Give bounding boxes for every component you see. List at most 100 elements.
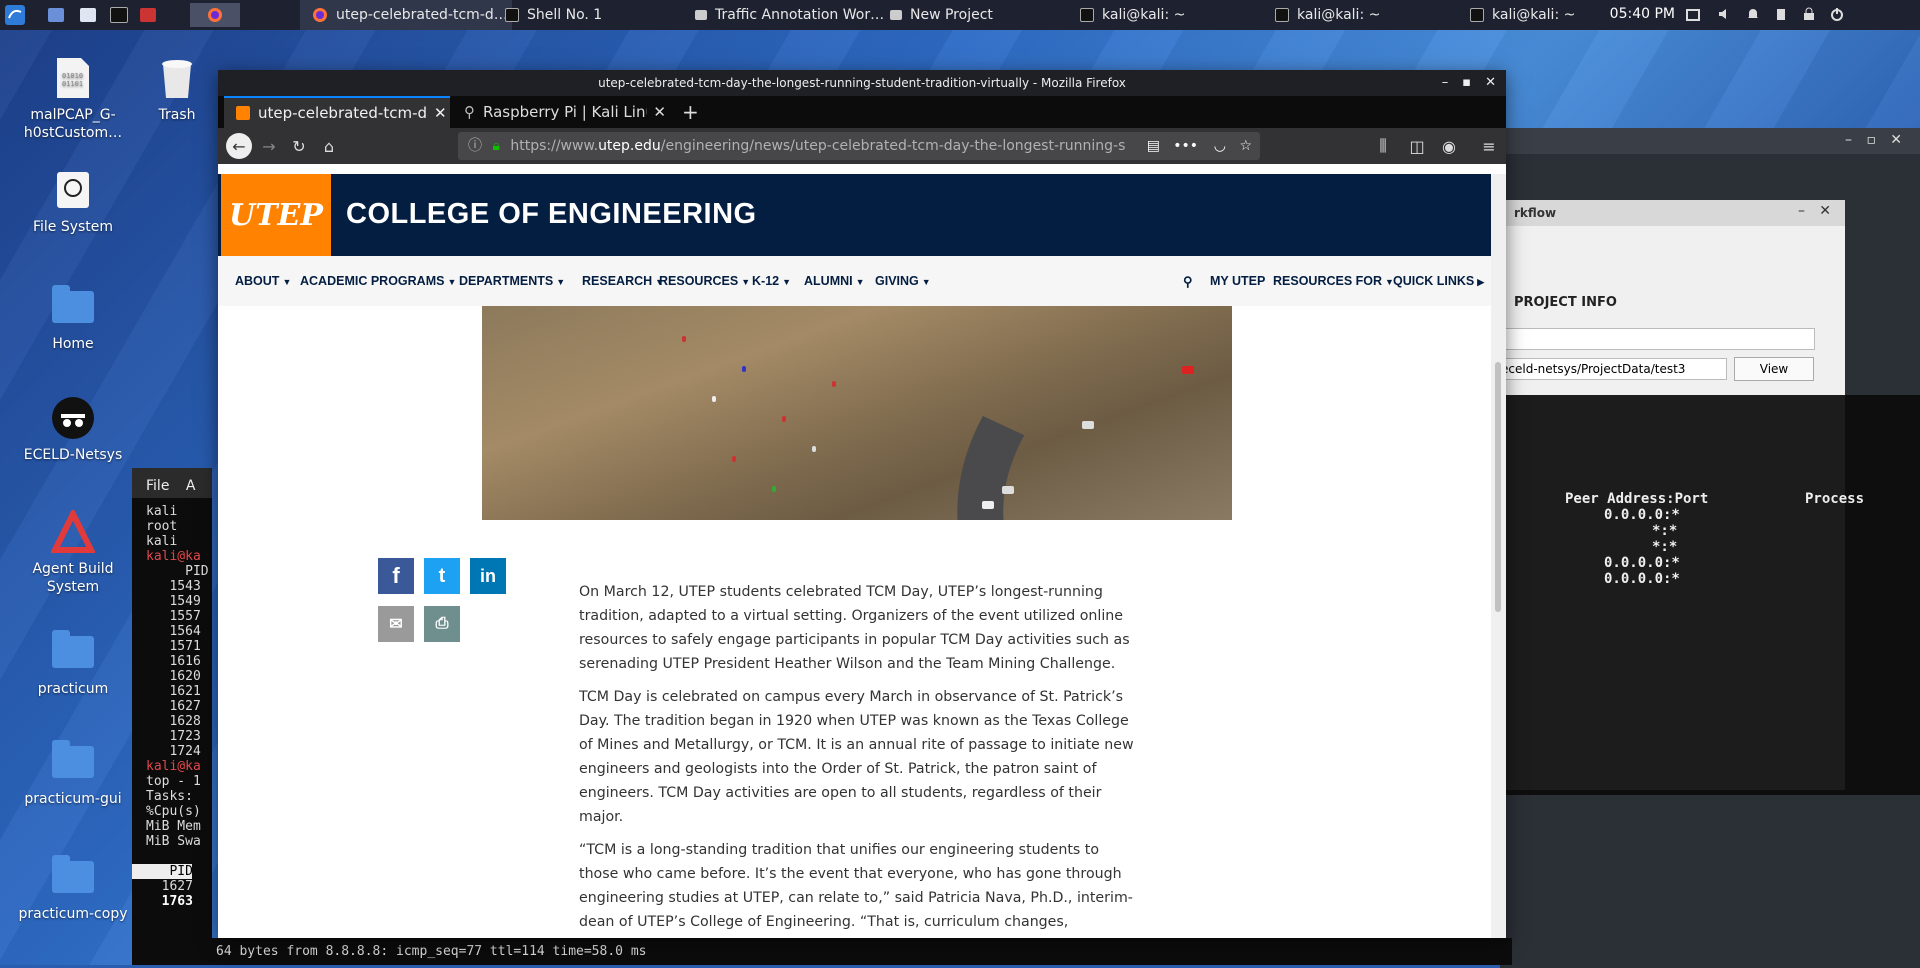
sidebar-icon[interactable]: ◫ [1404,133,1430,159]
nav-k12[interactable]: K-12 ▼ [752,274,791,288]
tab-utep[interactable]: utep-celebrated-tcm-da ✕ [224,96,450,128]
taskbar-item-shell[interactable]: Shell No. 1 [505,0,685,30]
close-icon[interactable]: ✕ [1819,203,1831,219]
url-bar[interactable]: ⓘ 🔒︎ https://www.utep.edu/engineering/ne… [458,132,1260,160]
background-terminal[interactable]: File A kali root kali kali@ka PID 1543 1… [132,468,212,965]
forward-icon[interactable]: → [256,133,282,159]
reader-view-icon[interactable]: ▤ [1147,132,1160,160]
info-icon[interactable]: ⓘ [468,138,482,154]
file-manager-icon[interactable] [80,3,96,27]
linkedin-share-icon[interactable]: in [470,558,506,594]
nav-about[interactable]: ABOUT ▼ [235,274,291,288]
page-scrollbar[interactable] [1491,174,1506,938]
volume-icon[interactable] [1718,7,1732,21]
nav-resources-for[interactable]: RESOURCES FOR ▼ [1273,274,1394,288]
taskbar-item-terminal-2[interactable]: kali@kali: ~ [1275,0,1455,30]
desktop-icon-malpcap[interactable]: 01010 01101 malPCAP_G-h0stCustom… [18,56,128,142]
email-share-icon[interactable]: ✉ [378,606,414,642]
reload-icon[interactable]: ↻ [286,133,312,159]
navigation-toolbar: ← → ↻ ⌂ ⓘ 🔒︎ https://www.utep.edu/engine… [218,128,1506,164]
desktop-icon-eceld[interactable]: ECELD-Netsys [18,396,128,464]
desktop-icon-trash[interactable]: Trash [122,56,232,124]
project-name-input[interactable] [1500,328,1815,350]
view-button[interactable]: View [1734,357,1814,381]
nav-departments[interactable]: DEPARTMENTS ▼ [459,274,565,288]
maximize-icon[interactable]: ▫ [1867,132,1877,148]
maximize-icon[interactable]: ▪ [1462,70,1471,96]
article-paragraph: “TCM is a long-standing tradition that u… [579,842,1133,930]
desktop-icon-home[interactable]: Home [18,285,128,353]
firefox-window[interactable]: utep-celebrated-tcm-day-the-longest-runn… [218,70,1506,938]
nav-quick-links[interactable]: QUICK LINKS ▶ [1393,274,1484,288]
desktop-icon-agent-build[interactable]: Agent Build System [18,510,128,596]
close-icon[interactable]: ✕ [1890,132,1902,148]
taskbar-item-new-project[interactable]: New Project [890,0,1070,30]
terminal-output: kali root kali kali@ka PID 1543 1549 155… [132,498,212,909]
terminal-icon [1470,8,1484,22]
nav-my-utep[interactable]: MY UTEP [1210,274,1265,288]
firefox-launcher-icon[interactable] [190,3,240,27]
workspace-icon[interactable] [48,3,64,27]
scrollbar-thumb[interactable] [1495,362,1501,612]
new-tab-button[interactable]: + [674,96,704,128]
library-icon[interactable]: ⫼ [1370,133,1396,159]
hamburger-menu-icon[interactable]: ≡ [1476,133,1502,159]
taskbar-item-firefox[interactable]: utep-celebrated-tcm-d… [300,0,512,30]
terminal-icon [1080,8,1094,22]
home-icon[interactable]: ⌂ [316,133,342,159]
nav-research[interactable]: RESEARCH ▼ [582,274,664,288]
twitter-share-icon[interactable]: t [424,558,460,594]
menu-file[interactable]: File [146,478,169,494]
battery-icon[interactable] [1774,7,1788,21]
account-icon[interactable]: ◉ [1436,133,1462,159]
tab-raspberry[interactable]: ⚲ Raspberry Pi | Kali Linux ✕ [452,96,666,128]
back-icon[interactable]: ← [226,133,252,159]
pocket-icon[interactable]: ◡ [1214,132,1226,160]
power-icon[interactable] [1830,7,1844,21]
college-title[interactable]: COLLEGE OF ENGINEERING [346,198,757,231]
desktop-icon-file-system[interactable]: File System [18,168,128,236]
kali-menu-icon[interactable] [4,3,26,27]
menu-a[interactable]: A [186,478,196,494]
close-tab-icon[interactable]: ✕ [653,103,666,121]
desktop-icon-label: Trash [158,107,196,123]
taskbar-item-traffic[interactable]: Traffic Annotation Wor… [695,0,895,30]
url-prefix: https://www. [510,138,599,154]
app-launcher-icon[interactable] [140,3,156,27]
terminal-line: 1628 [146,714,201,729]
taskbar-item-terminal-1[interactable]: kali@kali: ~ [1080,0,1260,30]
minimize-icon[interactable]: – [1798,203,1805,219]
project-path-input[interactable]: eceld-netsys/ProjectData/test3 [1500,358,1727,380]
notification-bell-icon[interactable] [1746,7,1760,21]
minimize-icon[interactable]: – [1442,70,1449,96]
utep-logo[interactable]: UTEP [221,174,331,256]
ping-terminal[interactable]: 64 bytes from 8.8.8.8: icmp_seq=77 ttl=1… [212,938,1512,965]
bookmark-star-icon[interactable]: ☆ [1239,132,1252,160]
nav-giving[interactable]: GIVING ▼ [875,274,931,288]
display-icon[interactable] [1686,9,1700,21]
window-icon [890,10,902,20]
terminal-line: top - 1 [146,774,201,789]
netstat-terminal[interactable]: Peer Address:Port Process 0.0.0.0:* *:* … [1500,395,1920,795]
desktop-icon-practicum[interactable]: practicum [18,630,128,698]
terminal-line: 1621 [146,684,201,699]
terminal-line: kali@ka [146,759,201,774]
nav-alumni[interactable]: ALUMNI ▼ [804,274,865,288]
terminal-line: PID [146,564,209,579]
terminal-launcher-icon[interactable] [110,3,128,27]
nav-resources[interactable]: RESOURCES ▼ [659,274,750,288]
nav-academic-programs[interactable]: ACADEMIC PROGRAMS ▼ [300,274,456,288]
page-actions-icon[interactable]: ••• [1173,132,1198,160]
folder-icon [51,630,95,674]
facebook-share-icon[interactable]: f [378,558,414,594]
clock[interactable]: 05:40 PM [1610,6,1675,22]
minimize-icon[interactable]: – [1845,132,1852,148]
close-tab-icon[interactable]: ✕ [434,104,447,122]
desktop-icon-practicum-copy[interactable]: practicum-copy [18,855,128,923]
desktop-icon-practicum-gui[interactable]: practicum-gui [18,740,128,808]
search-icon[interactable]: ⚲ [1183,274,1193,290]
print-icon[interactable]: ⎙ [424,606,460,642]
close-icon[interactable]: ✕ [1485,70,1496,96]
taskbar-label: Traffic Annotation Wor… [715,7,885,23]
lock-icon[interactable] [1802,7,1816,21]
